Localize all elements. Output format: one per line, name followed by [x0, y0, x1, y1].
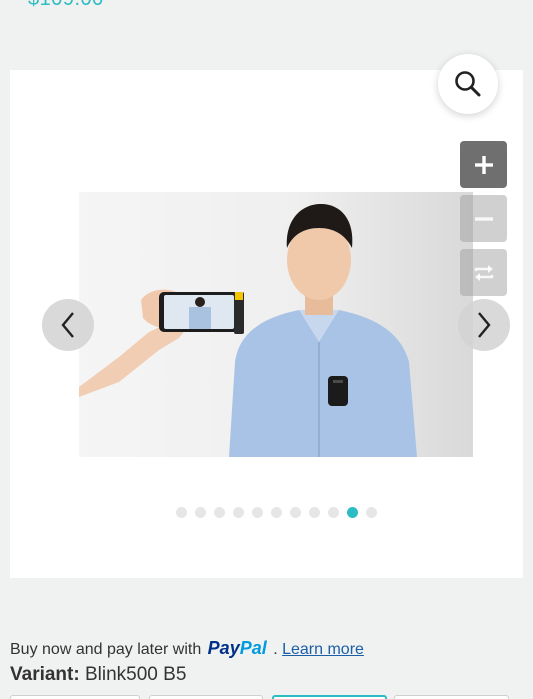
zoom-out-button[interactable]	[460, 195, 507, 242]
previous-image-button[interactable]	[42, 299, 94, 351]
variant-swatches	[10, 695, 523, 699]
pagination-dot[interactable]	[252, 507, 263, 518]
paylater-separator: .	[273, 641, 278, 658]
learn-more-link[interactable]: Learn more	[282, 641, 364, 658]
pagination-dot[interactable]	[233, 507, 244, 518]
pagination-dot[interactable]	[214, 507, 225, 518]
product-image[interactable]	[79, 192, 473, 457]
product-price: $109.00	[28, 0, 104, 11]
product-page: $109.00	[0, 0, 533, 699]
plus-icon	[474, 155, 493, 174]
paylater-message: Buy now and pay later with PayPal . Lear…	[10, 638, 364, 659]
pagination-dot[interactable]	[366, 507, 377, 518]
pagination-dot[interactable]	[176, 507, 187, 518]
chevron-right-icon	[478, 312, 491, 338]
zoom-button[interactable]	[438, 54, 498, 114]
variant-option[interactable]	[10, 695, 140, 699]
variant-value: Blink500 B5	[84, 664, 187, 685]
paylater-prefix: Buy now and pay later with	[10, 641, 202, 658]
reset-zoom-button[interactable]	[460, 249, 507, 296]
search-icon	[455, 71, 481, 97]
next-image-button[interactable]	[458, 299, 510, 351]
pagination-dot-active[interactable]	[347, 507, 358, 518]
reset-icon	[474, 264, 493, 281]
variant-option[interactable]	[394, 695, 509, 699]
paypal-logo: PayPal	[208, 638, 267, 658]
pagination-dot[interactable]	[328, 507, 339, 518]
gallery-pagination	[176, 507, 377, 518]
variant-display: Variant: Blink500 B5	[10, 664, 186, 686]
pagination-dot[interactable]	[195, 507, 206, 518]
product-photo-illustration	[79, 204, 417, 457]
pagination-dot[interactable]	[309, 507, 320, 518]
variant-option-selected[interactable]	[272, 695, 387, 699]
pagination-dot[interactable]	[290, 507, 301, 518]
pagination-dot[interactable]	[271, 507, 282, 518]
zoom-in-button[interactable]	[460, 141, 507, 188]
variant-option[interactable]	[149, 695, 263, 699]
paypal-logo-pal: Pal	[239, 638, 267, 658]
minus-icon	[474, 216, 493, 221]
chevron-left-icon	[61, 312, 74, 338]
paypal-logo-pay: Pay	[207, 638, 240, 658]
variant-label: Variant:	[10, 664, 80, 685]
